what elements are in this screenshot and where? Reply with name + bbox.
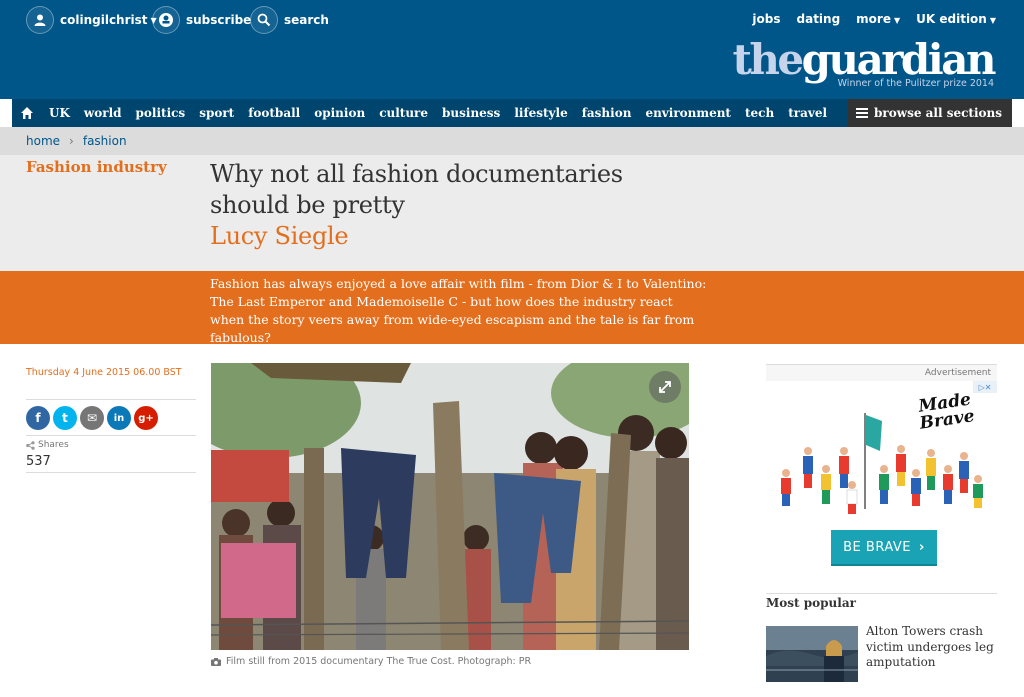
main-photo[interactable] xyxy=(211,363,689,650)
linkedin-share-button[interactable]: in xyxy=(107,406,131,430)
user-icon xyxy=(26,6,54,34)
page-title: Why not all fashion documentaries should… xyxy=(210,160,623,219)
browse-label: browse all sections xyxy=(874,106,1002,120)
breadcrumb-fashion[interactable]: fashion xyxy=(83,134,127,148)
guardian-logo[interactable]: theguardian Winner of the Pulitzer prize… xyxy=(732,35,997,90)
expand-icon[interactable] xyxy=(649,371,681,403)
shares-label: Shares xyxy=(26,440,69,450)
jobs-link[interactable]: jobs xyxy=(752,12,780,26)
nav-item-travel[interactable]: travel xyxy=(781,106,834,120)
nav-item-uk[interactable]: UK xyxy=(42,106,77,120)
googleplus-share-button[interactable]: g+ xyxy=(134,406,158,430)
divider xyxy=(766,593,997,594)
more-label: more xyxy=(856,12,891,26)
menu-icon xyxy=(856,106,869,120)
share-buttons: f t ✉ in g+ xyxy=(26,406,158,430)
logo-the: the xyxy=(732,35,805,84)
advertisement[interactable]: ▷✕ Made Brave BE BRAVE › xyxy=(766,381,997,581)
author-byline[interactable]: Lucy Siegle xyxy=(210,222,349,250)
shares-label-text: Shares xyxy=(38,440,69,450)
browse-all-sections-button[interactable]: browse all sections xyxy=(848,99,1012,127)
search-label: search xyxy=(284,13,329,27)
chevron-down-icon: ▼ xyxy=(893,16,901,25)
home-icon[interactable] xyxy=(12,99,42,127)
section-nav: UK world politics sport football opinion… xyxy=(12,99,1012,127)
facebook-icon: f xyxy=(35,411,41,425)
edition-label: UK edition xyxy=(916,12,987,26)
breadcrumb: home › fashion xyxy=(0,127,1024,155)
camera-icon xyxy=(211,657,221,666)
thumbnail-illustration xyxy=(766,626,858,682)
nav-item-environment[interactable]: environment xyxy=(638,106,738,120)
profile-menu[interactable]: colingilchrist ▼ xyxy=(26,6,157,34)
email-share-button[interactable]: ✉ xyxy=(80,406,104,430)
more-menu[interactable]: more ▼ xyxy=(856,12,900,26)
dating-link[interactable]: dating xyxy=(797,12,841,26)
most-popular-thumbnail[interactable] xyxy=(766,626,858,682)
subscribe-icon xyxy=(152,6,180,34)
breadcrumb-home[interactable]: home xyxy=(26,134,60,148)
publication-date: Thursday 4 June 2015 06.00 BST xyxy=(26,367,182,378)
photo-illustration xyxy=(211,363,689,650)
be-brave-label: BE BRAVE xyxy=(843,539,911,555)
nav-item-culture[interactable]: culture xyxy=(372,106,435,120)
share-count: 537 xyxy=(26,454,51,469)
chevron-right-icon: › xyxy=(69,134,74,148)
be-brave-button[interactable]: BE BRAVE › xyxy=(831,530,937,564)
most-popular-heading: Most popular xyxy=(766,596,856,610)
photo-caption: Film still from 2015 documentary The Tru… xyxy=(211,656,531,667)
search-button[interactable]: search xyxy=(250,6,329,34)
twitter-icon: t xyxy=(62,411,68,425)
nav-item-world[interactable]: world xyxy=(77,106,129,120)
nav-item-tech[interactable]: tech xyxy=(738,106,781,120)
divider xyxy=(26,435,196,436)
nav-item-lifestyle[interactable]: lifestyle xyxy=(507,106,574,120)
facebook-share-button[interactable]: f xyxy=(26,406,50,430)
username-label: colingilchrist xyxy=(60,13,148,27)
nav-item-football[interactable]: football xyxy=(241,106,307,120)
edition-menu[interactable]: UK edition ▼ xyxy=(916,12,996,26)
subscribe-link[interactable]: subscribe xyxy=(152,6,251,34)
share-icon xyxy=(26,440,35,450)
divider xyxy=(26,472,196,473)
caption-text: Film still from 2015 documentary The Tru… xyxy=(226,656,532,667)
chevron-right-icon: › xyxy=(919,539,925,555)
email-icon: ✉ xyxy=(86,411,98,425)
logo-guardian: guardian xyxy=(801,35,997,84)
edition-links: jobs dating more ▼ UK edition ▼ xyxy=(752,12,996,26)
masthead: colingilchrist ▼ subscribe search jobs d… xyxy=(0,0,1024,99)
linkedin-icon: in xyxy=(113,412,125,424)
ad-illustration xyxy=(781,413,983,514)
nav-item-fashion[interactable]: fashion xyxy=(575,106,639,120)
search-icon xyxy=(250,6,278,34)
nav-item-opinion[interactable]: opinion xyxy=(307,106,372,120)
nav-item-politics[interactable]: politics xyxy=(129,106,193,120)
nav-item-sport[interactable]: sport xyxy=(192,106,241,120)
advertisement-label: Advertisement xyxy=(766,364,997,381)
standfirst: Fashion has always enjoyed a love affair… xyxy=(210,276,707,345)
googleplus-icon: g+ xyxy=(138,412,154,424)
chevron-down-icon: ▼ xyxy=(989,16,996,25)
section-label[interactable]: Fashion industry xyxy=(26,158,167,176)
subscribe-label: subscribe xyxy=(186,13,252,27)
twitter-share-button[interactable]: t xyxy=(53,406,77,430)
nav-item-business[interactable]: business xyxy=(435,106,507,120)
divider xyxy=(26,399,196,400)
most-popular-item-title[interactable]: Alton Towers crash victim undergoes leg … xyxy=(866,624,996,671)
